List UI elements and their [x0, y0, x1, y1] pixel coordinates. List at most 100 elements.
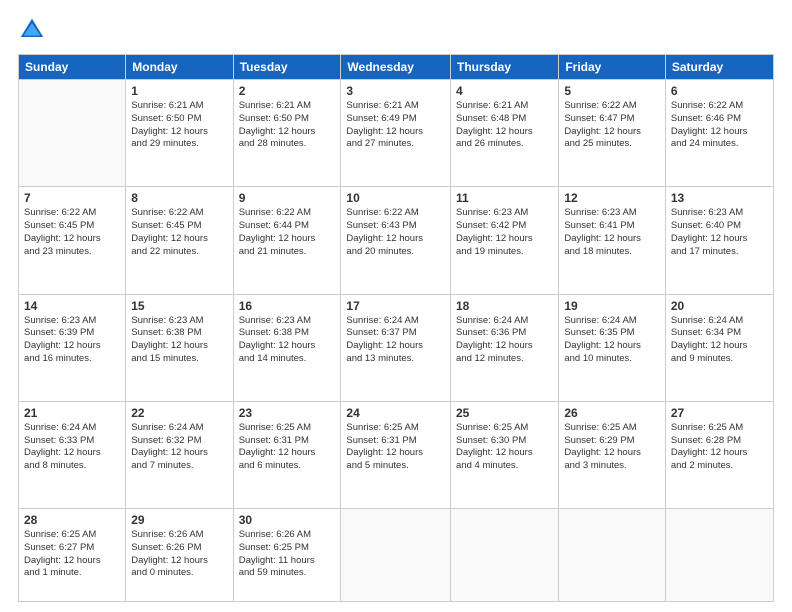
header [18, 16, 774, 44]
day-cell: 24 Sunrise: 6:25 AM Sunset: 6:31 PM Dayli… [341, 401, 451, 508]
day-cell: 8Sunrise: 6:22 AM Sunset: 6:45 PM Daylig… [126, 187, 233, 294]
day-info: Sunrise: 6:24 AM Sunset: 6:37 PM Dayligh… [346, 315, 445, 366]
day-cell: 27 Sunrise: 6:25 AM Sunset: 6:28 PM Dayli… [665, 401, 773, 508]
week-row-3: 14 Sunrise: 6:23 AM Sunset: 6:39 PM Dayli… [19, 294, 774, 401]
day-cell: 3 Sunrise: 6:21 AM Sunset: 6:49 PM Daylig… [341, 80, 451, 187]
day-number: 6 [671, 84, 768, 98]
day-number: 16 [239, 299, 336, 313]
day-info: Sunrise: 6:23 AM Sunset: 6:39 PM Dayligh… [24, 315, 120, 366]
day-number: 23 [239, 406, 336, 420]
day-number: 24 [346, 406, 445, 420]
day-cell: 21 Sunrise: 6:24 AM Sunset: 6:33 PM Dayli… [19, 401, 126, 508]
day-number: 17 [346, 299, 445, 313]
day-cell: 17 Sunrise: 6:24 AM Sunset: 6:37 PM Dayli… [341, 294, 451, 401]
day-cell: 10Sunrise: 6:22 AM Sunset: 6:43 PM Dayli… [341, 187, 451, 294]
day-cell: 20Sunrise: 6:24 AM Sunset: 6:34 PM Dayli… [665, 294, 773, 401]
day-cell [665, 509, 773, 602]
day-info: Sunrise: 6:26 AM Sunset: 6:26 PM Dayligh… [131, 529, 227, 580]
day-number: 13 [671, 191, 768, 205]
week-row-2: 7 Sunrise: 6:22 AM Sunset: 6:45 PM Daylig… [19, 187, 774, 294]
col-header-wednesday: Wednesday [341, 55, 451, 80]
day-info: Sunrise: 6:23 AM Sunset: 6:40 PM Dayligh… [671, 207, 768, 258]
day-cell: 28 Sunrise: 6:25 AM Sunset: 6:27 PM Dayli… [19, 509, 126, 602]
logo-icon [18, 16, 46, 44]
day-cell [341, 509, 451, 602]
day-info: Sunrise: 6:22 AM Sunset: 6:45 PM Dayligh… [24, 207, 120, 258]
day-number: 1 [131, 84, 227, 98]
day-info: Sunrise: 6:25 AM Sunset: 6:31 PM Dayligh… [346, 422, 445, 473]
col-header-monday: Monday [126, 55, 233, 80]
day-info: Sunrise: 6:25 AM Sunset: 6:30 PM Dayligh… [456, 422, 553, 473]
day-number: 11 [456, 191, 553, 205]
day-cell: 23 Sunrise: 6:25 AM Sunset: 6:31 PM Dayli… [233, 401, 341, 508]
week-row-1: 1 Sunrise: 6:21 AM Sunset: 6:50 PM Daylig… [19, 80, 774, 187]
day-info: Sunrise: 6:25 AM Sunset: 6:28 PM Dayligh… [671, 422, 768, 473]
day-info: Sunrise: 6:25 AM Sunset: 6:27 PM Dayligh… [24, 529, 120, 580]
day-cell [559, 509, 666, 602]
col-header-thursday: Thursday [451, 55, 559, 80]
day-info: Sunrise: 6:21 AM Sunset: 6:50 PM Dayligh… [131, 100, 227, 151]
day-info: Sunrise: 6:24 AM Sunset: 6:33 PM Dayligh… [24, 422, 120, 473]
day-info: Sunrise: 6:23 AM Sunset: 6:38 PM Dayligh… [131, 315, 227, 366]
day-number: 8 [131, 191, 227, 205]
day-info: Sunrise: 6:24 AM Sunset: 6:35 PM Dayligh… [564, 315, 660, 366]
day-info: Sunrise: 6:21 AM Sunset: 6:48 PM Dayligh… [456, 100, 553, 151]
day-info: Sunrise: 6:22 AM Sunset: 6:44 PM Dayligh… [239, 207, 336, 258]
day-number: 15 [131, 299, 227, 313]
day-info: Sunrise: 6:23 AM Sunset: 6:41 PM Dayligh… [564, 207, 660, 258]
day-info: Sunrise: 6:22 AM Sunset: 6:47 PM Dayligh… [564, 100, 660, 151]
col-header-friday: Friday [559, 55, 666, 80]
week-row-5: 28 Sunrise: 6:25 AM Sunset: 6:27 PM Dayli… [19, 509, 774, 602]
day-number: 10 [346, 191, 445, 205]
day-info: Sunrise: 6:26 AM Sunset: 6:25 PM Dayligh… [239, 529, 336, 580]
day-number: 28 [24, 513, 120, 527]
day-number: 27 [671, 406, 768, 420]
day-cell: 26Sunrise: 6:25 AM Sunset: 6:29 PM Dayli… [559, 401, 666, 508]
day-info: Sunrise: 6:23 AM Sunset: 6:38 PM Dayligh… [239, 315, 336, 366]
day-cell: 29 Sunrise: 6:26 AM Sunset: 6:26 PM Dayli… [126, 509, 233, 602]
day-cell: 14 Sunrise: 6:23 AM Sunset: 6:39 PM Dayli… [19, 294, 126, 401]
day-info: Sunrise: 6:25 AM Sunset: 6:31 PM Dayligh… [239, 422, 336, 473]
day-cell: 15 Sunrise: 6:23 AM Sunset: 6:38 PM Dayli… [126, 294, 233, 401]
day-info: Sunrise: 6:22 AM Sunset: 6:46 PM Dayligh… [671, 100, 768, 151]
logo [18, 16, 50, 44]
day-cell: 1 Sunrise: 6:21 AM Sunset: 6:50 PM Daylig… [126, 80, 233, 187]
day-cell [451, 509, 559, 602]
day-number: 21 [24, 406, 120, 420]
day-cell: 13 Sunrise: 6:23 AM Sunset: 6:40 PM Dayli… [665, 187, 773, 294]
day-info: Sunrise: 6:23 AM Sunset: 6:42 PM Dayligh… [456, 207, 553, 258]
col-header-sunday: Sunday [19, 55, 126, 80]
day-cell: 6 Sunrise: 6:22 AM Sunset: 6:46 PM Daylig… [665, 80, 773, 187]
day-info: Sunrise: 6:21 AM Sunset: 6:49 PM Dayligh… [346, 100, 445, 151]
day-number: 2 [239, 84, 336, 98]
day-cell: 12 Sunrise: 6:23 AM Sunset: 6:41 PM Dayli… [559, 187, 666, 294]
day-info: Sunrise: 6:21 AM Sunset: 6:50 PM Dayligh… [239, 100, 336, 151]
day-number: 22 [131, 406, 227, 420]
day-cell: 11 Sunrise: 6:23 AM Sunset: 6:42 PM Dayli… [451, 187, 559, 294]
day-number: 19 [564, 299, 660, 313]
day-cell: 4Sunrise: 6:21 AM Sunset: 6:48 PM Daylig… [451, 80, 559, 187]
day-number: 12 [564, 191, 660, 205]
day-cell: 19 Sunrise: 6:24 AM Sunset: 6:35 PM Dayli… [559, 294, 666, 401]
day-cell: 18 Sunrise: 6:24 AM Sunset: 6:36 PM Dayli… [451, 294, 559, 401]
day-number: 30 [239, 513, 336, 527]
day-number: 29 [131, 513, 227, 527]
day-cell: 9Sunrise: 6:22 AM Sunset: 6:44 PM Daylig… [233, 187, 341, 294]
day-number: 7 [24, 191, 120, 205]
day-info: Sunrise: 6:24 AM Sunset: 6:36 PM Dayligh… [456, 315, 553, 366]
calendar-table: SundayMondayTuesdayWednesdayThursdayFrid… [18, 54, 774, 602]
day-number: 26 [564, 406, 660, 420]
day-number: 14 [24, 299, 120, 313]
day-number: 5 [564, 84, 660, 98]
day-number: 3 [346, 84, 445, 98]
day-cell: 7 Sunrise: 6:22 AM Sunset: 6:45 PM Daylig… [19, 187, 126, 294]
day-number: 18 [456, 299, 553, 313]
header-row: SundayMondayTuesdayWednesdayThursdayFrid… [19, 55, 774, 80]
day-cell: 25 Sunrise: 6:25 AM Sunset: 6:30 PM Dayli… [451, 401, 559, 508]
day-number: 20 [671, 299, 768, 313]
col-header-tuesday: Tuesday [233, 55, 341, 80]
day-number: 25 [456, 406, 553, 420]
page: SundayMondayTuesdayWednesdayThursdayFrid… [0, 0, 792, 612]
day-info: Sunrise: 6:24 AM Sunset: 6:32 PM Dayligh… [131, 422, 227, 473]
day-cell: 30 Sunrise: 6:26 AM Sunset: 6:25 PM Dayli… [233, 509, 341, 602]
